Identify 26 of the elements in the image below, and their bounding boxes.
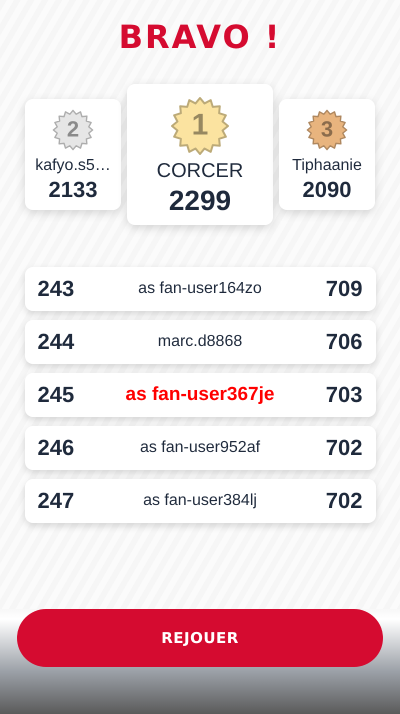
player-name: CORCER [156,160,244,183]
rank-number: 245 [38,382,76,408]
player-name: as fan-user367je [124,384,276,406]
player-name: Tiphaanie [292,157,362,175]
replay-button[interactable]: REJOUER [17,609,383,667]
title: BRAVO ! [118,18,282,56]
rank-number: 247 [38,488,76,514]
player-name: as fan-user164zo [137,280,263,298]
player-score: 709 [324,276,362,302]
rank-number: 244 [38,329,76,355]
player-name: marc.d8868 [156,333,244,351]
player-name: kafyo.s5… [35,157,111,175]
player-score: 2133 [48,177,98,203]
player-score: 702 [324,435,362,461]
player-score: 2299 [168,185,232,217]
rank-number: 243 [38,276,76,302]
rank-number: 3 [320,116,334,142]
player-score: 702 [324,488,362,514]
rank-number: 2 [66,116,80,142]
player-name: as fan-user384lj [142,492,258,510]
rank-number: 1 [192,108,208,142]
player-score: 706 [324,329,362,355]
rank-number: 246 [38,435,76,461]
player-score: 2090 [302,177,352,203]
player-name: as fan-user952af [138,439,262,457]
player-score: 703 [324,382,362,408]
